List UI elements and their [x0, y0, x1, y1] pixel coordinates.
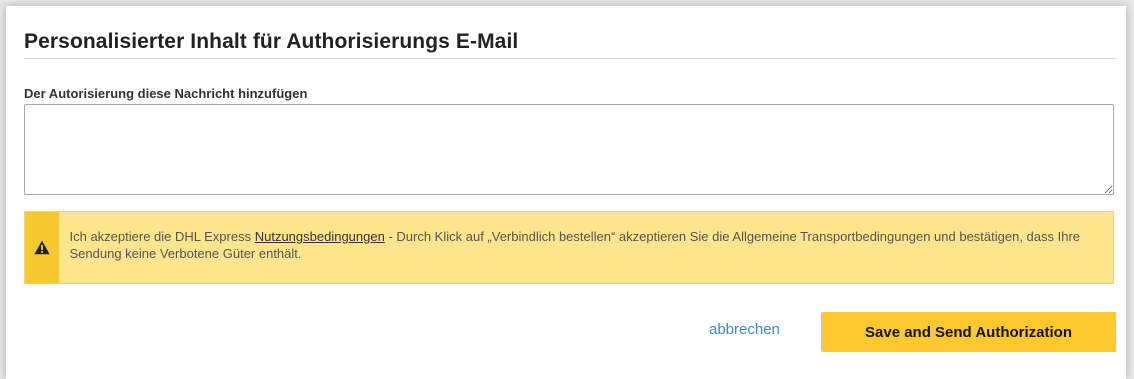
panel-title: Personalisierter Inhalt für Authorisieru… — [24, 30, 519, 53]
title-divider — [24, 58, 1116, 59]
warning-icon — [34, 240, 50, 255]
message-field-label: Der Autorisierung diese Nachricht hinzuf… — [24, 86, 308, 101]
authorization-email-panel: Personalisierter Inhalt für Authorisieru… — [6, 6, 1126, 379]
message-textarea[interactable] — [24, 104, 1114, 195]
terms-notice: Ich akzeptiere die DHL Express Nutzungsb… — [24, 211, 1114, 284]
cancel-link[interactable]: abbrechen — [709, 321, 780, 338]
terms-of-use-link[interactable]: Nutzungsbedingungen — [255, 229, 385, 244]
notice-text: Ich akzeptiere die DHL Express Nutzungsb… — [59, 212, 1114, 283]
save-and-send-authorization-button[interactable]: Save and Send Authorization — [821, 312, 1116, 352]
notice-text-before-link: Ich akzeptiere die DHL Express — [69, 229, 255, 244]
notice-icon-cell — [25, 212, 59, 283]
